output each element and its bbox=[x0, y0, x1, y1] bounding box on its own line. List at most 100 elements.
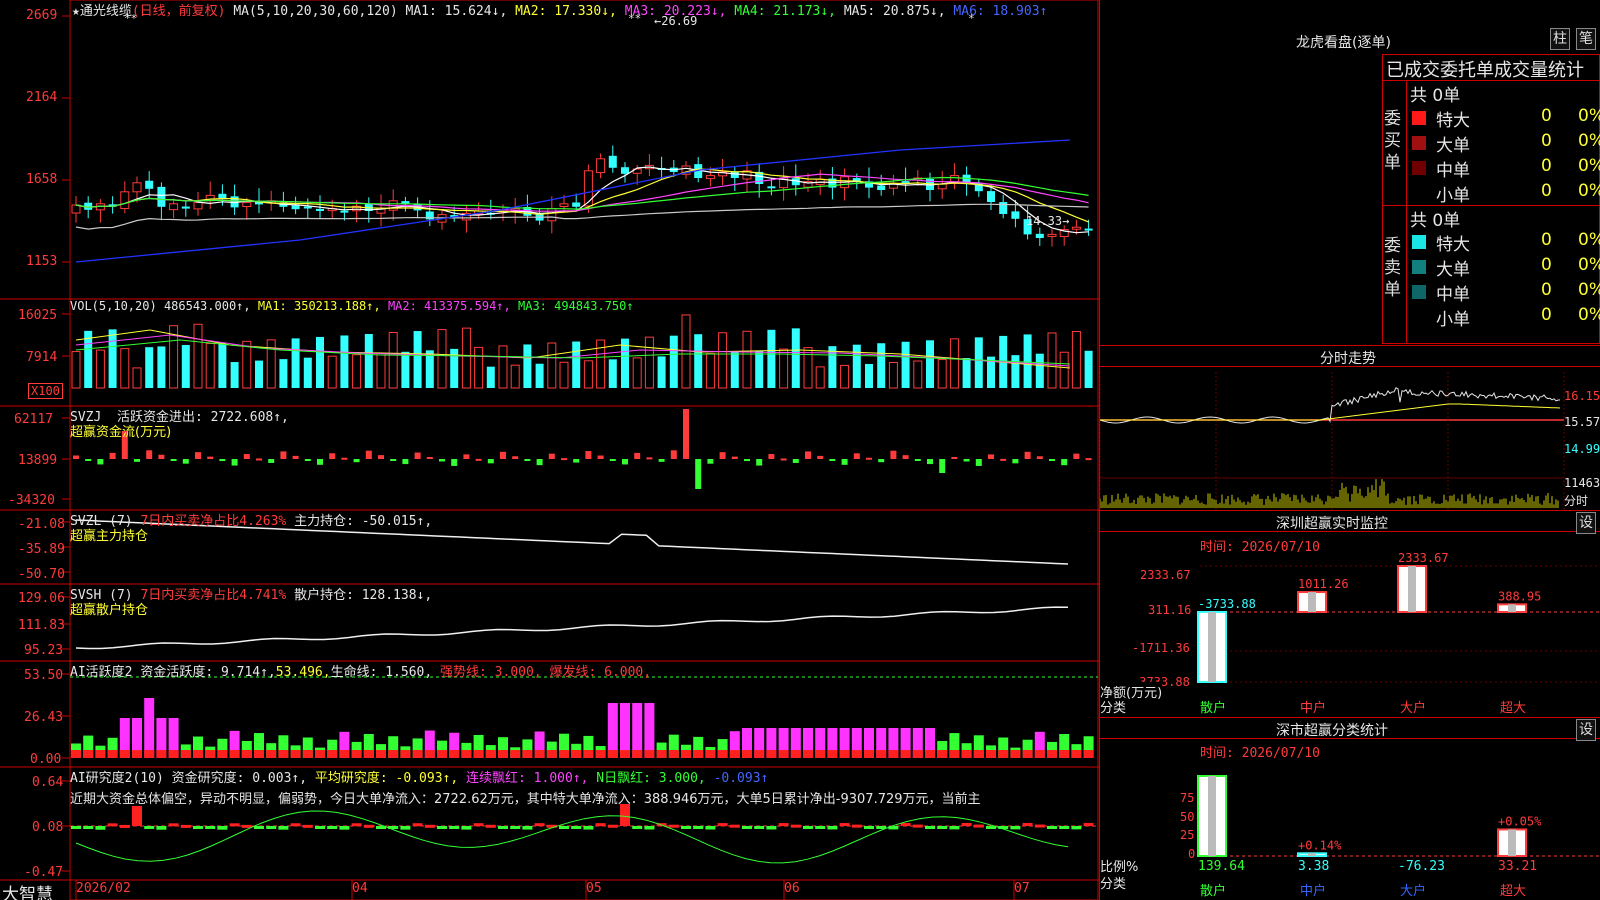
candle-body bbox=[583, 170, 593, 207]
ai-active-base bbox=[473, 750, 484, 758]
volume-bar bbox=[644, 336, 654, 389]
ai-research-bar bbox=[937, 826, 948, 829]
volume-bar bbox=[95, 349, 105, 389]
ai-research-bar bbox=[327, 826, 338, 829]
ai-active-bar bbox=[607, 703, 618, 758]
ai-active-base bbox=[656, 750, 667, 758]
ai-active-base bbox=[193, 750, 203, 758]
intraday-tick-2: 15.57 bbox=[1564, 415, 1600, 429]
ai-research-bar bbox=[461, 826, 472, 830]
svzj-bar bbox=[231, 459, 238, 466]
ai-active-base bbox=[742, 750, 752, 758]
buy-row-pct: 0% bbox=[1578, 131, 1600, 151]
price-tick-4: 1153 bbox=[26, 254, 58, 269]
svzj-bar bbox=[902, 455, 909, 459]
ai-research-bar bbox=[1071, 826, 1082, 830]
ai-active-base bbox=[132, 750, 142, 758]
ai-research-bar bbox=[717, 823, 728, 827]
ai-research-bar bbox=[973, 824, 984, 828]
volume-bar bbox=[510, 364, 520, 389]
volume-bar bbox=[767, 329, 776, 388]
ai-active-base bbox=[327, 750, 338, 758]
ai-active-base bbox=[1010, 750, 1021, 758]
vol-tick-2: 7914 bbox=[26, 350, 58, 365]
ai-research-bar bbox=[827, 826, 838, 830]
axis-month-5: 07 bbox=[1014, 881, 1030, 896]
ai-active-base bbox=[559, 750, 569, 758]
axis-month-1: 2026/02 bbox=[76, 881, 131, 896]
svzj-tick-3: -34320 bbox=[8, 493, 55, 508]
svzj-bar bbox=[426, 456, 433, 459]
pen-mode-button[interactable]: 笔 bbox=[1576, 28, 1596, 50]
ai-active-base bbox=[937, 750, 948, 758]
ai-active-base bbox=[815, 750, 826, 758]
ma2-value: MA2: 17.330↓, bbox=[515, 4, 617, 19]
ai-active-base bbox=[180, 750, 191, 758]
svzj-bar bbox=[1085, 458, 1092, 461]
ai-active-base bbox=[388, 750, 399, 758]
ai-active-base bbox=[1071, 750, 1082, 758]
svzj-bar bbox=[451, 459, 458, 466]
ai-active-base bbox=[107, 750, 118, 758]
ai-active-base bbox=[864, 750, 874, 758]
stats-time: 时间: 2026/07/10 bbox=[1200, 746, 1320, 761]
buy-row-label: 特大 bbox=[1436, 111, 1470, 131]
ai-active-base bbox=[510, 750, 521, 758]
ai-research-bar bbox=[644, 826, 655, 830]
stats-settings-button[interactable]: 设 bbox=[1576, 719, 1596, 741]
candle-body bbox=[145, 180, 154, 189]
svzj-bar bbox=[414, 452, 421, 459]
sell-color-swatch bbox=[1412, 235, 1426, 249]
kline-chart-area[interactable] bbox=[0, 0, 1100, 900]
svzj-tick-2: 13899 bbox=[18, 453, 58, 468]
ai-research-bar bbox=[266, 826, 277, 829]
svzj-bar bbox=[573, 459, 580, 463]
ai-active-base bbox=[144, 750, 155, 758]
price-header: ★通光线缆(日线，前复权) MA(5,10,20,30,60,120) MA1:… bbox=[72, 0, 1047, 19]
volume-bar bbox=[718, 332, 728, 389]
svsh-subtitle: 超赢散户持仓 bbox=[70, 603, 149, 618]
candle-body bbox=[901, 181, 910, 184]
ai-research-bar bbox=[510, 826, 521, 829]
monitor-settings-button[interactable]: 设 bbox=[1576, 512, 1596, 534]
svzj-bar bbox=[500, 451, 506, 459]
volume-bar bbox=[401, 351, 410, 388]
svzj-bar bbox=[390, 459, 397, 461]
ai-active-tick-2: 26.43 bbox=[24, 710, 64, 725]
ai-research-bar bbox=[437, 826, 447, 829]
order-stats-tabs[interactable]: 已成交委托单成交量统计 bbox=[1386, 56, 1584, 82]
chart-mode[interactable]: (日线，前复权) bbox=[132, 4, 226, 19]
ai-research-bar bbox=[522, 826, 533, 830]
ai-research-bar bbox=[961, 822, 972, 826]
candle-body bbox=[705, 175, 715, 180]
ai-research-bar bbox=[363, 824, 374, 828]
vol-unit-badge[interactable]: X100 bbox=[28, 383, 63, 399]
svzj-bar bbox=[768, 454, 775, 459]
bar-mode-button[interactable]: 柱 bbox=[1550, 28, 1570, 50]
intraday-tick-4: 11463 bbox=[1564, 476, 1600, 490]
ai-research-bar bbox=[607, 824, 618, 828]
svzj-bar bbox=[658, 459, 665, 462]
volume-bar bbox=[340, 335, 349, 388]
volume-bar bbox=[913, 360, 923, 389]
ai-research-bar bbox=[339, 826, 350, 830]
ai-research-bar bbox=[217, 826, 228, 830]
ai-active-base bbox=[315, 750, 325, 758]
svzj-bar bbox=[512, 456, 519, 459]
svzj-bar bbox=[219, 459, 226, 462]
svzj-bar bbox=[963, 459, 970, 462]
buy-side-label: 委买单 bbox=[1384, 109, 1401, 173]
ai-active-base bbox=[339, 750, 350, 758]
ai-active-base bbox=[717, 750, 728, 758]
ai-active-base bbox=[620, 750, 630, 758]
ai-active-base bbox=[83, 750, 94, 758]
ai-research-bar bbox=[412, 823, 423, 827]
svzj-bar bbox=[536, 459, 543, 466]
ai-active-base bbox=[681, 750, 691, 758]
svzj-bar bbox=[243, 454, 250, 459]
star-icon: ★ bbox=[72, 4, 80, 19]
volume-bar bbox=[949, 338, 959, 389]
volume-bar bbox=[547, 342, 557, 389]
ai-research-bar bbox=[693, 826, 704, 829]
ai-research-bar bbox=[559, 826, 569, 829]
